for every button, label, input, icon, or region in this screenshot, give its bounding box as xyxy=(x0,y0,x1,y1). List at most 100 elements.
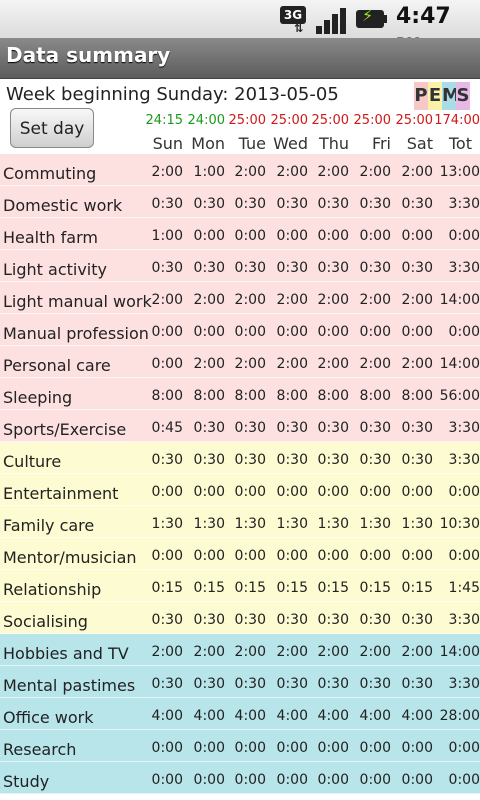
category-label: Entertainment xyxy=(3,484,119,503)
time-cell-tue: 0:00 xyxy=(234,228,266,244)
time-cell-thu: 0:00 xyxy=(317,228,349,244)
time-cell-tot: 56:00 xyxy=(439,388,480,404)
time-cell-thu: 2:00 xyxy=(317,644,349,660)
time-cell-tot: 3:30 xyxy=(448,420,480,436)
pems-letter-s: S xyxy=(456,82,470,110)
time-cell-fri: 0:30 xyxy=(359,196,391,212)
time-cell-sat: 0:30 xyxy=(401,260,433,276)
time-cell-thu: 0:30 xyxy=(317,676,349,692)
time-cell-fri: 0:30 xyxy=(359,612,391,628)
table-row[interactable]: Research 0:00 0:00 0:00 0:00 0:00 0:00 0:00 0:00 xyxy=(0,730,480,762)
time-cell-tot: 10:30 xyxy=(439,516,480,532)
time-cell-tue: 2:00 xyxy=(234,644,266,660)
time-cell-sun: 0:00 xyxy=(151,548,183,564)
time-cell-fri: 0:15 xyxy=(359,580,391,596)
time-cell-sun: 0:30 xyxy=(151,196,183,212)
time-cell-fri: 0:30 xyxy=(359,420,391,436)
pems-legend: PEMS xyxy=(414,82,470,110)
time-cell-sun: 0:45 xyxy=(151,420,183,436)
time-cell-sat: 2:00 xyxy=(401,356,433,372)
time-cell-sat: 0:00 xyxy=(401,548,433,564)
time-cell-fri: 4:00 xyxy=(359,708,391,724)
time-cell-thu: 0:00 xyxy=(317,484,349,500)
table-row[interactable]: Sports/Exercise 0:45 0:30 0:30 0:30 0:30 0:30 0… xyxy=(0,410,480,442)
table-row[interactable]: Culture 0:30 0:30 0:30 0:30 0:30 0:30 0:30 3:30 xyxy=(0,442,480,474)
time-cell-sat: 0:30 xyxy=(401,196,433,212)
table-row[interactable]: Commuting 2:00 1:00 2:00 2:00 2:00 2:00 2:00 13:… xyxy=(0,154,480,186)
category-label: Relationship xyxy=(3,580,102,599)
time-cell-tot: 3:30 xyxy=(448,196,480,212)
status-clock: 4:47 PM xyxy=(396,4,480,52)
category-label: Research xyxy=(3,740,77,759)
day-header-fri: Fri xyxy=(371,134,391,153)
table-row[interactable]: Mental pastimes 0:30 0:30 0:30 0:30 0:30 0:30 0… xyxy=(0,666,480,698)
time-cell-tot: 3:30 xyxy=(448,452,480,468)
time-cell-tue: 0:30 xyxy=(234,452,266,468)
table-row[interactable]: Light manual work 2:00 2:00 2:00 2:00 2:00 2:0… xyxy=(0,282,480,314)
table-row[interactable]: Relationship 0:15 0:15 0:15 0:15 0:15 0:15 0:15… xyxy=(0,570,480,602)
table-row[interactable]: Sleeping 8:00 8:00 8:00 8:00 8:00 8:00 8:00 56:0… xyxy=(0,378,480,410)
battery-charging-icon: ⚡ xyxy=(356,4,388,34)
table-row[interactable]: Personal care 0:00 2:00 2:00 2:00 2:00 2:00 2:0… xyxy=(0,346,480,378)
time-cell-tue: 2:00 xyxy=(234,164,266,180)
time-cell-sat: 0:30 xyxy=(401,452,433,468)
table-row[interactable]: Health farm 1:00 0:00 0:00 0:00 0:00 0:00 0:00 0… xyxy=(0,218,480,250)
table-row[interactable]: Light activity 0:30 0:30 0:30 0:30 0:30 0:30 0:… xyxy=(0,250,480,282)
table-row[interactable]: Family care 1:30 1:30 1:30 1:30 1:30 1:30 1:30 1… xyxy=(0,506,480,538)
time-cell-fri: 0:00 xyxy=(359,484,391,500)
table-row[interactable]: Domestic work 0:30 0:30 0:30 0:30 0:30 0:30 0:3… xyxy=(0,186,480,218)
time-cell-sun: 0:30 xyxy=(151,612,183,628)
time-cell-thu: 8:00 xyxy=(317,388,349,404)
time-cell-tot: 3:30 xyxy=(448,612,480,628)
time-cell-fri: 1:30 xyxy=(359,516,391,532)
time-cell-thu: 2:00 xyxy=(317,292,349,308)
time-cell-sun: 0:00 xyxy=(151,324,183,340)
table-row[interactable]: Entertainment 0:00 0:00 0:00 0:00 0:00 0:00 0:0… xyxy=(0,474,480,506)
category-label: Personal care xyxy=(3,356,111,375)
time-cell-sat: 0:00 xyxy=(401,772,433,788)
time-cell-sat: 0:00 xyxy=(401,484,433,500)
time-cell-fri: 0:30 xyxy=(359,676,391,692)
time-cell-thu: 1:30 xyxy=(317,516,349,532)
summary-table: Commuting 2:00 1:00 2:00 2:00 2:00 2:00 2:00 13:… xyxy=(0,154,480,794)
time-cell-tue: 0:15 xyxy=(234,580,266,596)
time-cell-tot: 13:00 xyxy=(439,164,480,180)
time-cell-sun: 4:00 xyxy=(151,708,183,724)
time-cell-fri: 2:00 xyxy=(359,292,391,308)
time-cell-tue: 0:30 xyxy=(234,612,266,628)
time-cell-thu: 0:00 xyxy=(317,324,349,340)
time-cell-tue: 0:00 xyxy=(234,484,266,500)
time-cell-tue: 0:00 xyxy=(234,324,266,340)
page-title: Data summary xyxy=(6,43,171,67)
table-row[interactable]: Mentor/musician 0:00 0:00 0:00 0:00 0:00 0:00 0… xyxy=(0,538,480,570)
category-label: Light activity xyxy=(3,260,107,279)
time-cell-tot: 0:00 xyxy=(448,324,480,340)
time-cell-sat: 4:00 xyxy=(401,708,433,724)
time-cell-sun: 2:00 xyxy=(151,164,183,180)
category-label: Manual profession xyxy=(3,324,149,343)
category-label: Office work xyxy=(3,708,94,727)
category-label: Family care xyxy=(3,516,95,535)
time-cell-sat: 0:15 xyxy=(401,580,433,596)
week-label: Week beginning Sunday: 2013-05-05 xyxy=(6,84,339,105)
time-cell-tot: 14:00 xyxy=(439,644,480,660)
time-cell-tue: 0:00 xyxy=(234,740,266,756)
time-cell-sat: 0:00 xyxy=(401,740,433,756)
table-row[interactable]: Study 0:00 0:00 0:00 0:00 0:00 0:00 0:00 0:00 xyxy=(0,762,480,794)
time-cell-tue: 4:00 xyxy=(234,708,266,724)
time-cell-fri: 0:00 xyxy=(359,740,391,756)
time-cell-thu: 0:00 xyxy=(317,548,349,564)
table-row[interactable]: Manual profession 0:00 0:00 0:00 0:00 0:00 0:0… xyxy=(0,314,480,346)
table-row[interactable]: Socialising 0:30 0:30 0:30 0:30 0:30 0:30 0:30 3… xyxy=(0,602,480,634)
title-bar: Data summary xyxy=(0,38,480,79)
time-cell-fri: 2:00 xyxy=(359,644,391,660)
time-cell-thu: 0:30 xyxy=(317,196,349,212)
category-label: Hobbies and TV xyxy=(3,644,129,663)
time-cell-sun: 0:30 xyxy=(151,676,183,692)
time-cell-tot: 0:00 xyxy=(448,772,480,788)
daily-total-thu: 25:00 xyxy=(311,113,349,128)
time-cell-tot: 3:30 xyxy=(448,676,480,692)
table-row[interactable]: Hobbies and TV 2:00 2:00 2:00 2:00 2:00 2:00 2:… xyxy=(0,634,480,666)
time-cell-sat: 0:30 xyxy=(401,676,433,692)
table-row[interactable]: Office work 4:00 4:00 4:00 4:00 4:00 4:00 4:00 2… xyxy=(0,698,480,730)
